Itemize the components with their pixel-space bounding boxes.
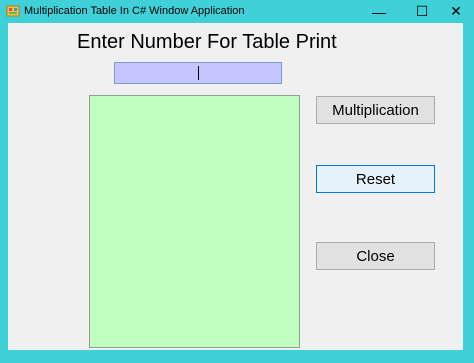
multiplication-button[interactable]: Multiplication bbox=[316, 96, 435, 124]
number-input[interactable] bbox=[114, 62, 282, 84]
maximize-icon[interactable]: ☐ bbox=[403, 0, 441, 23]
minimize-icon[interactable]: — bbox=[360, 0, 398, 23]
table-output-listbox[interactable] bbox=[89, 95, 300, 348]
text-caret bbox=[198, 66, 199, 80]
close-button[interactable]: Close bbox=[316, 242, 435, 270]
close-icon[interactable]: ✕ bbox=[437, 0, 474, 23]
reset-button[interactable]: Reset bbox=[316, 165, 435, 193]
page-title: Enter Number For Table Print bbox=[77, 31, 337, 53]
winforms-app-icon[interactable] bbox=[6, 4, 20, 18]
app-window: Multiplication Table In C# Window Applic… bbox=[0, 0, 474, 363]
title-bar[interactable]: Multiplication Table In C# Window Applic… bbox=[0, 0, 474, 23]
window-title: Multiplication Table In C# Window Applic… bbox=[24, 5, 245, 17]
form-client-area: Enter Number For Table Print Multiplicat… bbox=[8, 23, 463, 350]
